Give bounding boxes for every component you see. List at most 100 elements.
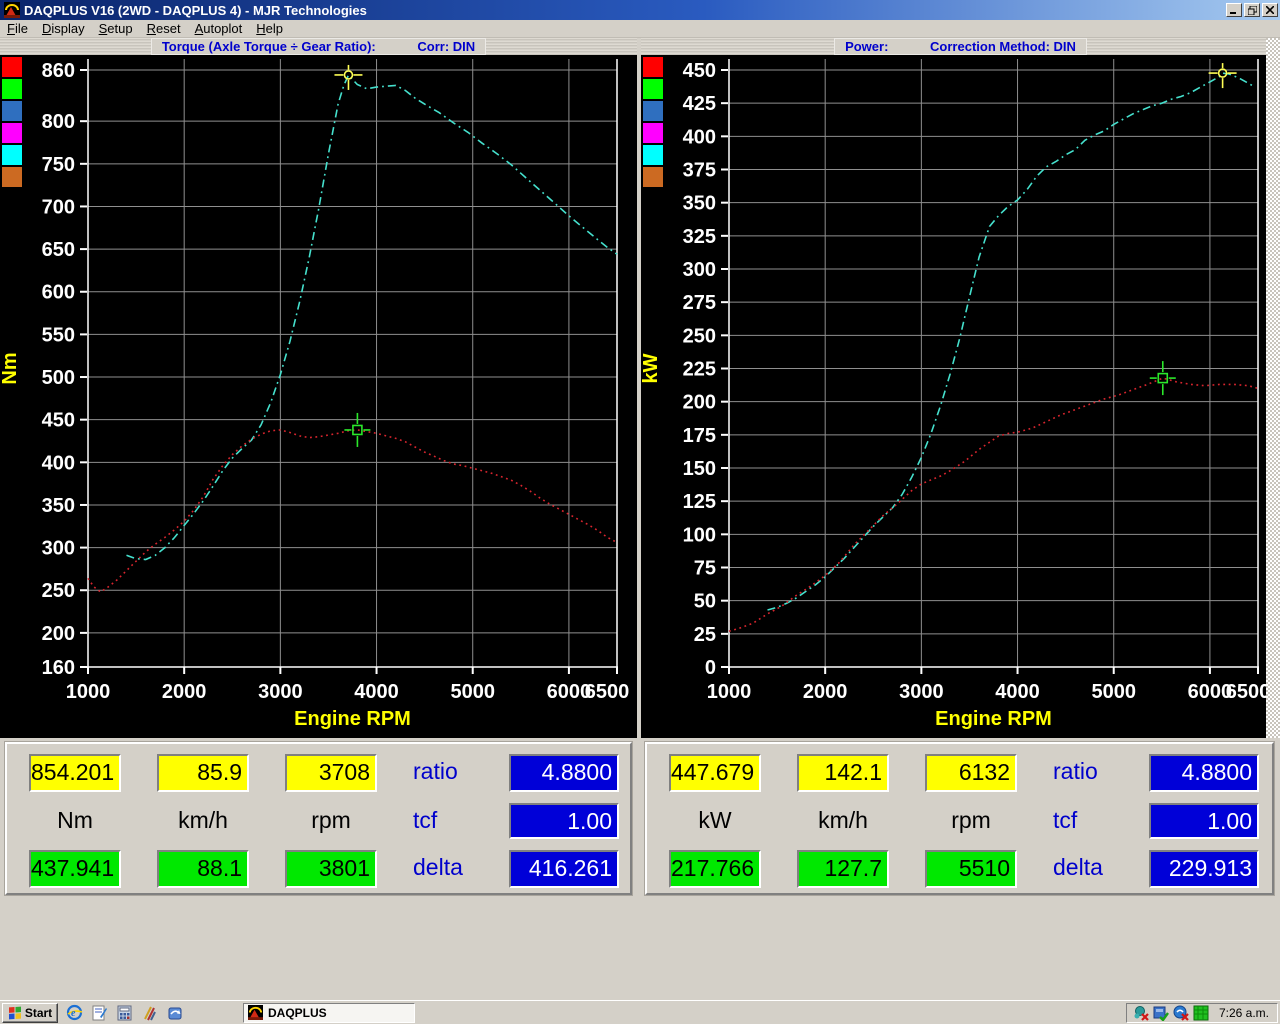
- daqplus-window: DAQPLUS V16 (2WD - DAQPLUS 4) - MJR Tech…: [0, 0, 1280, 1024]
- minimize-button[interactable]: [1226, 3, 1242, 17]
- speed-unit-label: km/h: [157, 803, 249, 839]
- svg-text:5000: 5000: [450, 681, 495, 703]
- svg-text:25: 25: [694, 624, 716, 646]
- calculator-icon[interactable]: [116, 1004, 133, 1021]
- restore-button[interactable]: [1244, 3, 1260, 17]
- legend-swatch-2[interactable]: [2, 101, 22, 121]
- torque-chart[interactable]: 8608007507006506005505004504003503002502…: [0, 55, 637, 738]
- y-axis-label: Nm: [0, 352, 21, 384]
- pens-icon[interactable]: [141, 1004, 158, 1021]
- menu-item-help[interactable]: Help: [249, 21, 290, 36]
- svg-text:5000: 5000: [1091, 681, 1136, 703]
- legend-swatch-0[interactable]: [2, 57, 22, 77]
- chart-icon[interactable]: [1193, 1005, 1209, 1021]
- legend-swatch-3[interactable]: [2, 123, 22, 143]
- legend-swatch-3[interactable]: [643, 123, 663, 143]
- network-error-icon[interactable]: [1133, 1005, 1149, 1021]
- svg-text:6500: 6500: [1226, 681, 1271, 703]
- rpm-unit-label: rpm: [285, 803, 377, 839]
- speed-unit-label: km/h: [797, 803, 889, 839]
- ratio-label: ratio: [413, 754, 473, 792]
- svg-text:125: 125: [683, 491, 716, 513]
- svg-text:2000: 2000: [162, 681, 207, 703]
- close-button[interactable]: [1262, 3, 1278, 17]
- svg-text:100: 100: [683, 524, 716, 546]
- svg-text:325: 325: [683, 226, 716, 248]
- torque-chart-header: Torque (Axle Torque ÷ Gear Ratio): Corr:…: [0, 38, 637, 55]
- svg-text:75: 75: [694, 558, 716, 580]
- svg-text:450: 450: [42, 410, 75, 432]
- power-cursor-value: 217.766: [669, 850, 761, 888]
- daqplus-app-icon[interactable]: [4, 2, 20, 18]
- power-chart[interactable]: 4504254003753503253002752502252001751501…: [641, 55, 1280, 738]
- windows-logo-icon: [8, 1005, 22, 1020]
- svg-text:450: 450: [683, 60, 716, 82]
- tcf-value: 1.00: [1149, 803, 1259, 839]
- clock: 7:26 a.m.: [1219, 1006, 1269, 1020]
- torque-cursor-rpm: 3801: [285, 850, 377, 888]
- system-tray: 7:26 a.m.: [1126, 1003, 1278, 1023]
- svg-text:2000: 2000: [803, 681, 848, 703]
- start-button[interactable]: Start: [2, 1003, 58, 1023]
- menu-item-file[interactable]: File: [0, 21, 35, 36]
- svg-text:425: 425: [683, 93, 716, 115]
- legend-swatch-0[interactable]: [643, 57, 663, 77]
- task-button-daqplus[interactable]: DAQPLUS: [243, 1003, 415, 1023]
- svg-text:600: 600: [42, 282, 75, 304]
- torque-cursor-speed: 88.1: [157, 850, 249, 888]
- start-label: Start: [25, 1006, 52, 1020]
- menu-item-autoplot[interactable]: Autoplot: [188, 21, 250, 36]
- close-icon: [1266, 6, 1274, 14]
- menu-item-setup[interactable]: Setup: [92, 21, 140, 36]
- delta-value: 229.913: [1149, 850, 1259, 888]
- restore-icon: [1248, 6, 1257, 15]
- taskbar: Start e DAQPLUS: [0, 1000, 1280, 1024]
- task-button-label: DAQPLUS: [268, 1006, 327, 1020]
- ratio-value: 4.8800: [509, 754, 619, 792]
- ie-icon[interactable]: e: [66, 1004, 83, 1021]
- legend-swatch-5[interactable]: [643, 167, 663, 187]
- ratio-label: ratio: [1053, 754, 1113, 792]
- menu-item-display[interactable]: Display: [35, 21, 92, 36]
- svg-text:3000: 3000: [258, 681, 303, 703]
- legend-swatch-2[interactable]: [643, 101, 663, 121]
- shield-check-icon[interactable]: [1153, 1005, 1169, 1021]
- svg-text:650: 650: [42, 239, 75, 261]
- legend-swatch-4[interactable]: [643, 145, 663, 165]
- torque-chart-title: Torque (Axle Torque ÷ Gear Ratio):: [162, 39, 376, 54]
- svg-text:400: 400: [683, 126, 716, 148]
- power-chart-title: Power:: [845, 39, 888, 54]
- delta-label: delta: [413, 850, 473, 888]
- delta-label: delta: [1053, 850, 1113, 888]
- package-icon[interactable]: [166, 1004, 183, 1021]
- legend-swatch-1[interactable]: [643, 79, 663, 99]
- svg-text:700: 700: [42, 196, 75, 218]
- svg-text:350: 350: [683, 193, 716, 215]
- svg-text:300: 300: [683, 259, 716, 281]
- power-readout-panel: 447.679 142.1 6132 ratio 4.8800 kW km/h …: [645, 742, 1274, 895]
- rpm-unit-label: rpm: [925, 803, 1017, 839]
- svg-text:0: 0: [705, 657, 716, 679]
- svg-text:275: 275: [683, 292, 716, 314]
- torque-unit-label: Nm: [29, 803, 121, 839]
- power-correction-label: Correction Method: DIN: [930, 39, 1076, 54]
- tcf-label: tcf: [1053, 803, 1113, 839]
- svg-text:150: 150: [683, 458, 716, 480]
- connection-error-icon[interactable]: [1173, 1005, 1189, 1021]
- torque-peak-rpm: 3708: [285, 754, 377, 792]
- legend-swatch-1[interactable]: [2, 79, 22, 99]
- title-bar[interactable]: DAQPLUS V16 (2WD - DAQPLUS 4) - MJR Tech…: [0, 0, 1280, 20]
- legend-swatch-5[interactable]: [2, 167, 22, 187]
- notepad-icon[interactable]: [91, 1004, 108, 1021]
- x-axis-label: Engine RPM: [294, 708, 411, 730]
- minimize-icon: [1230, 6, 1238, 14]
- svg-text:200: 200: [42, 623, 75, 645]
- ratio-value: 4.8800: [1149, 754, 1259, 792]
- readout-region: 854.201 85.9 3708 ratio 4.8800 Nm km/h r…: [0, 738, 1280, 900]
- svg-text:400: 400: [42, 452, 75, 474]
- legend-swatch-4[interactable]: [2, 145, 22, 165]
- svg-text:860: 860: [42, 60, 75, 82]
- delta-value: 416.261: [509, 850, 619, 888]
- menu-item-reset[interactable]: Reset: [140, 21, 188, 36]
- svg-text:1000: 1000: [66, 681, 111, 703]
